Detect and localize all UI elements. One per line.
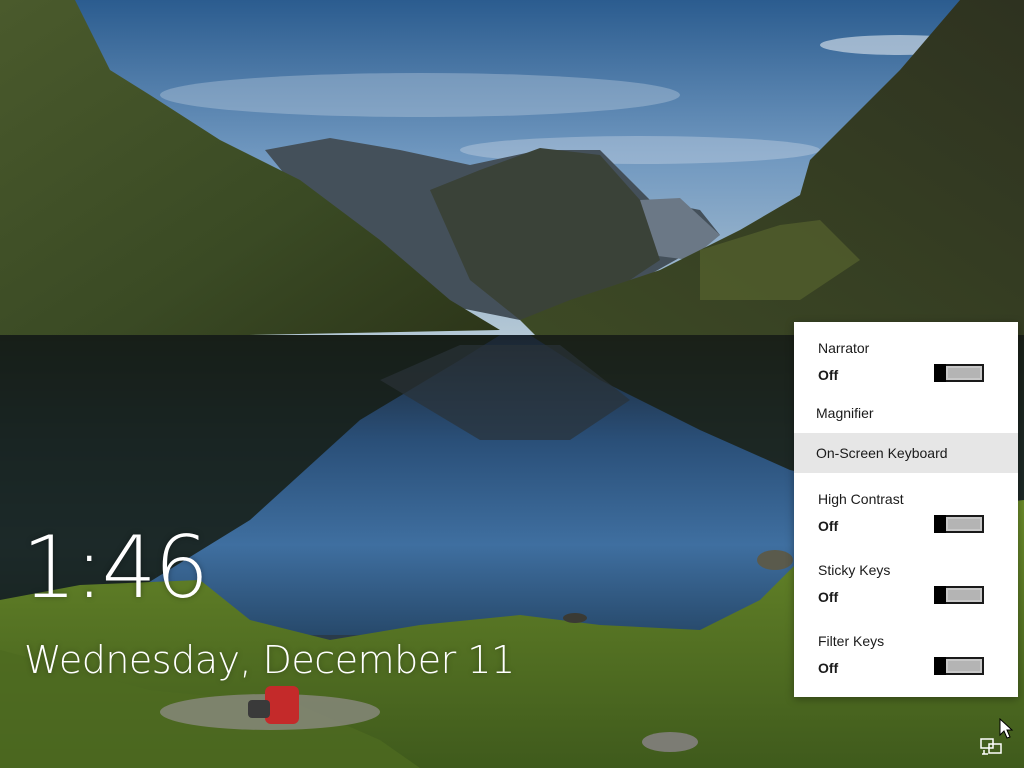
sticky-keys-toggle[interactable] (934, 586, 984, 604)
toggle-thumb (934, 657, 946, 675)
sticky-keys-label: Sticky Keys (818, 562, 891, 578)
toggle-track (948, 661, 980, 671)
toggle-track (948, 368, 980, 378)
toggle-thumb (934, 364, 946, 382)
mouse-cursor-icon (999, 718, 1014, 739)
narrator-toggle[interactable] (934, 364, 984, 382)
narrator-option: Narrator Off (794, 322, 1018, 393)
high-contrast-state: Off (818, 518, 839, 534)
clock-time: 1:46 (22, 518, 209, 618)
toggle-thumb (934, 586, 946, 604)
toggle-track (948, 590, 980, 600)
toggle-thumb (934, 515, 946, 533)
on-screen-keyboard-option[interactable]: On-Screen Keyboard (794, 433, 1018, 473)
narrator-label: Narrator (818, 340, 870, 356)
high-contrast-toggle[interactable] (934, 515, 984, 533)
clock-date: Wednesday, December 11 (24, 638, 515, 682)
sticky-keys-option: Sticky Keys Off (794, 544, 1018, 615)
high-contrast-label: High Contrast (818, 491, 904, 507)
narrator-state: Off (818, 367, 839, 383)
sticky-keys-state: Off (818, 589, 839, 605)
toggle-track (948, 519, 980, 529)
lock-screen: 1:46 Wednesday, December 11 Narrator Off… (0, 0, 1024, 768)
high-contrast-option: High Contrast Off (794, 473, 1018, 544)
filter-keys-state: Off (818, 660, 839, 676)
magnifier-option[interactable]: Magnifier (794, 393, 1018, 433)
ease-of-access-panel: Narrator Off Magnifier On-Screen Keyboar… (794, 322, 1018, 697)
filter-keys-label: Filter Keys (818, 633, 885, 649)
filter-keys-option: Filter Keys Off (794, 615, 1018, 686)
filter-keys-toggle[interactable] (934, 657, 984, 675)
